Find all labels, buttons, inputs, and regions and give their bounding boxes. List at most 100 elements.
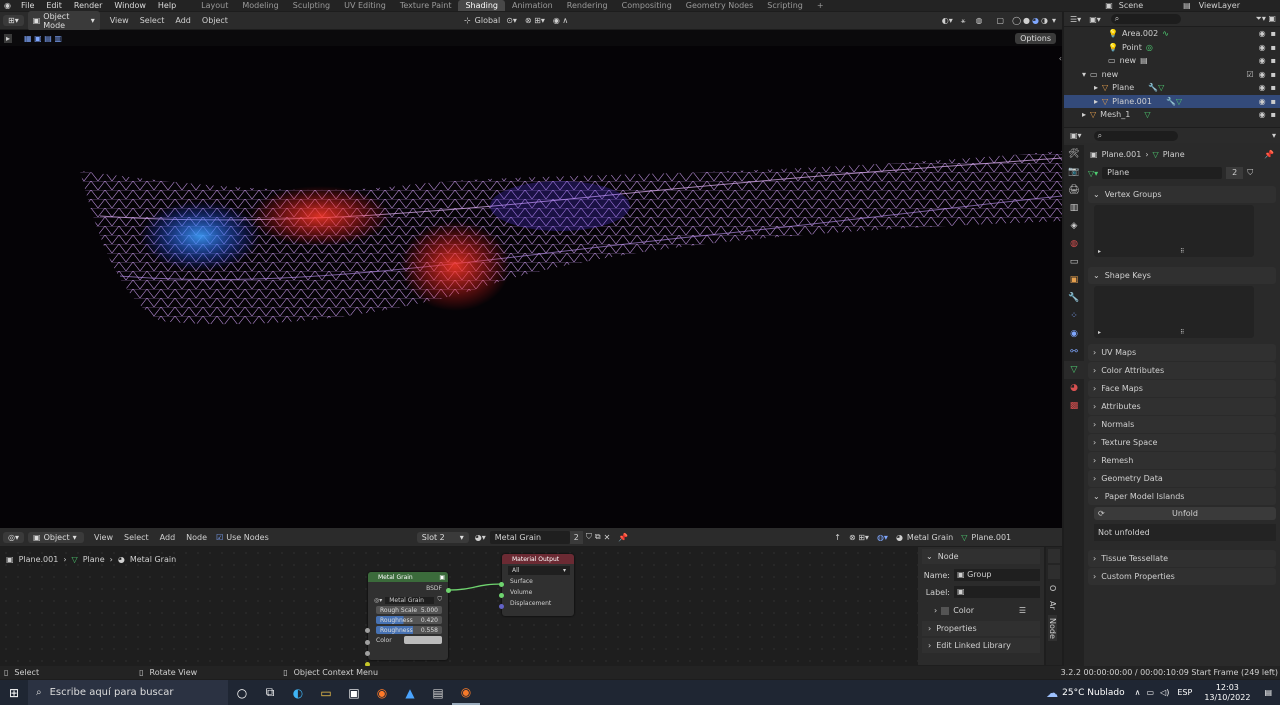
node-menu-view[interactable]: View [94, 533, 113, 542]
camera-icon[interactable]: ▪ [1271, 56, 1276, 65]
outliner-row-new-child[interactable]: ▭ new ▤ ◉ ▪ [1064, 54, 1280, 68]
roughness-field-1[interactable]: Roughness 0.420 [376, 616, 442, 624]
properties-search-input[interactable]: ⌕ [1093, 130, 1178, 141]
bsdf-output-socket[interactable] [446, 588, 451, 593]
properties-editor-icon[interactable]: ▣▾ [1070, 131, 1082, 140]
eye-icon[interactable]: ◉ [1259, 83, 1266, 92]
panel-shape-keys[interactable]: ⌄ Shape Keys [1088, 267, 1276, 284]
weather-text[interactable]: 25°C Nublado [1062, 688, 1124, 698]
outliner-row-mesh1[interactable]: ▸ ▽ Mesh_1 ▽ ◉ ▪ [1064, 108, 1280, 122]
blender-app-icon[interactable]: ◉ [452, 680, 480, 705]
shading-options-icon[interactable]: ▾ [1052, 16, 1056, 25]
panel-attributes[interactable]: › Attributes [1088, 398, 1276, 415]
camera-icon[interactable]: ▪ [1271, 110, 1276, 119]
input-socket[interactable] [365, 628, 370, 633]
tab-uv-editing[interactable]: UV Editing [337, 0, 393, 11]
object-tab-icon[interactable]: ▣ [1064, 271, 1084, 289]
panel-vertex-groups[interactable]: ⌄ Vertex Groups [1088, 186, 1276, 203]
notifications-icon[interactable]: ▤ [1264, 688, 1272, 697]
material-browse-icon[interactable]: ◕▾ [475, 533, 486, 542]
material-output-header[interactable]: Material Output [502, 554, 574, 564]
network-icon[interactable]: ▭ [1147, 688, 1155, 697]
sidebar-tab-blank[interactable] [1048, 549, 1060, 563]
texture-tab-icon[interactable]: ▩ [1064, 397, 1084, 415]
viewport-menu-view[interactable]: View [110, 16, 129, 25]
material-output-node[interactable]: Material Output All ▾ Surface Volume Disp… [499, 554, 574, 616]
sidebar-tab-o[interactable]: O [1048, 581, 1057, 595]
slot-dropdown[interactable]: Slot 2 ▾ [416, 531, 469, 543]
volume-icon[interactable]: ◁) [1160, 688, 1169, 697]
overlay-icon[interactable]: ◍ [976, 16, 983, 25]
eye-icon[interactable]: ◉ [1259, 110, 1266, 119]
tab-texture-paint[interactable]: Texture Paint [393, 0, 459, 11]
properties-options-icon[interactable]: ▾ [1272, 131, 1276, 140]
tab-shading[interactable]: Shading [458, 0, 505, 11]
data-tab-icon[interactable]: ▽ [1064, 361, 1084, 379]
expand-icon[interactable]: ▾ [1082, 70, 1086, 79]
mesh-name-field[interactable]: Plane [1102, 167, 1223, 179]
sidebar-toggle-icon[interactable]: ‹ [1059, 54, 1062, 63]
camera-icon[interactable]: ▪ [1271, 83, 1276, 92]
outliner-row-point[interactable]: 💡 Point ◎ ◉ ▪ [1064, 41, 1280, 55]
overlay-icon[interactable]: ◍▾ [877, 533, 888, 542]
node-group-datablock[interactable]: ◎▾ Metal Grain ⛉ [374, 596, 442, 604]
outliner-row-plane001[interactable]: ▸ ▽ Plane.001 🔧▽ ◉ ▪ [1064, 94, 1280, 108]
panel-custom-properties[interactable]: › Custom Properties [1088, 568, 1276, 585]
parent-node-icon[interactable]: ↑ [834, 533, 841, 542]
panel-color-attributes[interactable]: › Color Attributes [1088, 362, 1276, 379]
node-menu-node[interactable]: Node [186, 533, 207, 542]
roughness-field-2[interactable]: Roughness 0.558 [376, 626, 442, 634]
snap-icon[interactable]: ⊗ ⊞▾ [849, 533, 869, 542]
fake-user-icon[interactable]: ⛉ [1247, 168, 1253, 178]
tab-geometry-nodes[interactable]: Geometry Nodes [679, 0, 760, 11]
menu-window[interactable]: Window [108, 1, 152, 10]
tab-scripting[interactable]: Scripting [760, 0, 810, 11]
snap-icon[interactable]: ⊗ ⊞▾ [525, 16, 545, 25]
output-tab-icon[interactable]: 🖨 [1064, 181, 1084, 199]
panel-paper-model-islands[interactable]: ⌄ Paper Model Islands [1088, 488, 1276, 505]
menu-render[interactable]: Render [68, 1, 108, 10]
expand-icon[interactable]: ▸ [1094, 83, 1098, 92]
tool-tab-icon[interactable]: 🛠 [1064, 145, 1084, 163]
panel-edit-linked-library[interactable]: › Edit Linked Library [922, 638, 1040, 653]
app-icon-2[interactable]: ▤ [424, 680, 452, 705]
toolbar-toggle-icon[interactable]: ▸ [4, 33, 13, 43]
panel-face-maps[interactable]: › Face Maps [1088, 380, 1276, 397]
viewport-menu-select[interactable]: Select [140, 16, 165, 25]
eye-icon[interactable]: ◉ [1259, 56, 1266, 65]
object-mode-dropdown[interactable]: ▣ Object Mode ▾ [27, 10, 100, 31]
viewport-menu-add[interactable]: Add [175, 16, 191, 25]
panel-uv-maps[interactable]: › UV Maps [1088, 344, 1276, 361]
camera-icon[interactable]: ▪ [1271, 70, 1276, 79]
wireframe-shading-icon[interactable]: ◯ [1012, 16, 1021, 25]
shader-type-dropdown[interactable]: ▣ Object ▾ [28, 531, 84, 543]
node-label-field[interactable]: ▣ [954, 586, 1040, 598]
taskbar-search[interactable]: ⌕ Escribe aquí para buscar [28, 680, 228, 705]
menu-file[interactable]: File [15, 1, 40, 10]
view-layer-tab-icon[interactable]: ▥ [1064, 199, 1084, 217]
solid-shading-icon[interactable]: ● [1023, 16, 1030, 25]
duplicate-icon[interactable]: ⧉ [595, 532, 601, 542]
outliner-row-area002[interactable]: 💡 Area.002 ∿ ◉ ▪ [1064, 27, 1280, 41]
panel-properties[interactable]: › Properties [922, 621, 1040, 636]
scene-tab-icon[interactable]: ◈ [1064, 217, 1084, 235]
fake-user-icon[interactable]: ⛉ [437, 596, 442, 604]
language-indicator[interactable]: ESP [1177, 688, 1192, 697]
color-swatch[interactable] [404, 636, 442, 644]
node-name-field[interactable]: ▣ Group [954, 569, 1040, 581]
menu-edit[interactable]: Edit [40, 1, 68, 10]
use-nodes-checkbox[interactable]: ☑ [216, 533, 223, 542]
proportional-edit-icon[interactable]: ◉ ∧ [553, 16, 568, 25]
render-tab-icon[interactable]: 📷 [1064, 163, 1084, 181]
select-mode-icons[interactable]: ▦ ▣ ▤ ▥ [24, 34, 62, 43]
menu-help[interactable]: Help [152, 1, 182, 10]
node-menu-add[interactable]: Add [160, 533, 176, 542]
panel-geometry-data[interactable]: › Geometry Data [1088, 470, 1276, 487]
outliner-row-plane[interactable]: ▸ ▽ Plane 🔧▽ ◉ ▪ [1064, 81, 1280, 95]
outliner-search-input[interactable]: ⌕ [1110, 14, 1181, 24]
target-dropdown[interactable]: All ▾ [508, 566, 570, 575]
particles-tab-icon[interactable]: ⁘ [1064, 307, 1084, 325]
xray-icon[interactable]: ▢ [997, 16, 1005, 25]
visibility-icon[interactable]: ◐▾ [942, 16, 953, 25]
material-shading-icon[interactable]: ◕ [1032, 16, 1039, 25]
